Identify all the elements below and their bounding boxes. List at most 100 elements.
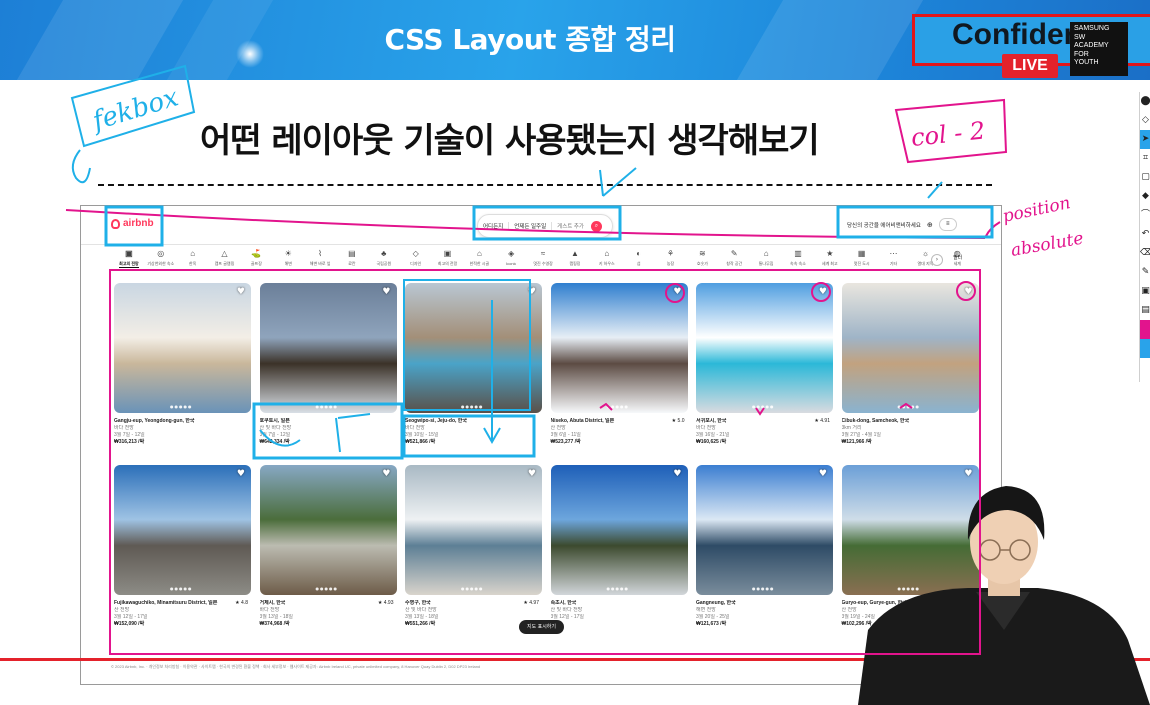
- category-15[interactable]: ⌂ 키 하우스: [591, 248, 623, 272]
- category-19[interactable]: ✎ 창작 공간: [718, 248, 750, 272]
- select-icon[interactable]: ◇: [1140, 111, 1150, 130]
- search-when[interactable]: 언제든 일주일: [509, 222, 553, 230]
- search-guests[interactable]: 게스트 추가: [552, 222, 589, 230]
- category-3[interactable]: △ 캠프 글램핑: [209, 248, 241, 272]
- listing-card[interactable]: ♥ ●●●●● 속초시, 한국 산 및 바다 전망 3월 12일 - 17일: [550, 465, 689, 621]
- listing-photo[interactable]: ♥ ●●●●●: [259, 283, 397, 413]
- carousel-dots[interactable]: ●●●●●: [898, 404, 920, 409]
- heart-icon[interactable]: ♥: [819, 469, 827, 479]
- heart-icon[interactable]: ♥: [528, 287, 536, 297]
- listing-photo[interactable]: ♥ ●●●●●: [550, 465, 688, 595]
- category-11[interactable]: ⌂ 한적한 시골: [463, 248, 495, 272]
- category-10[interactable]: ▣ 최고의 전망: [432, 248, 464, 272]
- category-24[interactable]: ⋯ 기타: [878, 248, 910, 272]
- carousel-dots[interactable]: ●●●●●: [461, 586, 483, 591]
- doc-icon[interactable]: ▤: [1140, 301, 1150, 320]
- category-18[interactable]: ≋ 호숫가: [686, 248, 718, 272]
- carousel-dots[interactable]: ●●●●●: [170, 586, 192, 591]
- listing-photo[interactable]: ♥ ●●●●●: [550, 283, 688, 413]
- carousel-dots[interactable]: ●●●●●: [316, 404, 338, 409]
- listing-card[interactable]: ♥ ●●●●● Gangju-eup, Yeongdong-gun, 한국 바다 전망…: [114, 283, 252, 446]
- page-icon[interactable]: ▢: [1140, 168, 1150, 187]
- category-4[interactable]: ⛳ 골프장: [240, 248, 272, 272]
- category-6[interactable]: ⌇ 해변 바로 앞: [304, 248, 336, 272]
- listing-price: ₩316,213 /박: [114, 439, 145, 445]
- carousel-dots[interactable]: ●●●●●: [461, 404, 483, 409]
- listing-photo[interactable]: ♥ ●●●●●: [841, 283, 979, 413]
- heart-icon[interactable]: ♥: [673, 469, 681, 479]
- carousel-dots[interactable]: ●●●●●: [752, 586, 774, 591]
- category-17[interactable]: ⚘ 농장: [655, 248, 687, 272]
- heart-icon[interactable]: ♥: [673, 287, 681, 297]
- listing-price: ₩160,625 /박: [696, 439, 727, 445]
- listing-card[interactable]: ♥ ●●●●● Gangneung, 한국 해변 전망 3월 20일 - 25일 ₩121…: [696, 465, 834, 628]
- listing-photo[interactable]: ♥ ●●●●●: [405, 283, 542, 413]
- heart-icon[interactable]: ♥: [964, 287, 972, 297]
- globe-icon[interactable]: ⊕: [927, 221, 933, 229]
- category-1[interactable]: ◎ 기상천외한 숙소: [145, 248, 177, 272]
- listing-card[interactable]: ♥ ●●●●● 수영구, 한국 ★ 4.97 산 및 바다 전망 3월 13일 - 18일…: [405, 465, 543, 628]
- shape-icon[interactable]: ⌒: [1140, 206, 1150, 225]
- park-icon: ♣: [381, 249, 387, 258]
- category-20[interactable]: ⌂ 통나무집: [750, 248, 782, 272]
- carousel-dots[interactable]: ●●●●●: [607, 586, 629, 591]
- eraser-icon[interactable]: ⬤: [1140, 92, 1150, 111]
- category-21[interactable]: ▥ 속속 숙소: [782, 248, 814, 272]
- heart-icon[interactable]: ♥: [382, 469, 390, 479]
- category-9[interactable]: ◇ 디자인: [400, 248, 432, 272]
- carousel-dots[interactable]: ●●●●●: [170, 404, 192, 409]
- listing-location: Niseko, Abuta District, 일본: [550, 418, 615, 424]
- listing-photo[interactable]: ♥ ●●●●●: [114, 465, 251, 595]
- listing-photo[interactable]: ♥ ●●●●●: [696, 283, 833, 413]
- category-14[interactable]: ▲ 캠핑장: [559, 248, 591, 272]
- chevron-right-icon[interactable]: ›: [931, 254, 943, 266]
- color-pink-icon[interactable]: [1140, 320, 1150, 339]
- heart-icon[interactable]: ♥: [237, 287, 245, 297]
- listing-card[interactable]: ♥ ●●●●● 서귀포시, 한국 ★ 4.91 바다 전망 3월 16일 - 21일 ₩16…: [696, 283, 834, 446]
- image-icon[interactable]: ▣: [1140, 282, 1150, 301]
- carousel-dots[interactable]: ●●●●●: [752, 404, 774, 409]
- category-13[interactable]: ≈ 멋진 수영장: [527, 248, 559, 272]
- host-link[interactable]: 당신의 공간을 에어비앤비하세요: [847, 221, 921, 229]
- search-where[interactable]: 어디든지: [478, 222, 510, 230]
- show-map-button[interactable]: 지도 표시하기: [519, 620, 564, 634]
- cursor-icon[interactable]: ➤: [1140, 130, 1150, 149]
- listing-photo[interactable]: ♥ ●●●●●: [696, 465, 833, 595]
- category-16[interactable]: ◐ 섬: [623, 248, 655, 272]
- color-blue-icon[interactable]: [1140, 339, 1150, 358]
- heart-icon[interactable]: ♥: [382, 287, 390, 297]
- search-icon[interactable]: ⌕: [590, 220, 602, 232]
- listing-card[interactable]: ♥ ●●●●● Fujikawaguchiko, Minamitsuru Distr…: [114, 465, 252, 628]
- tag-icon[interactable]: ⌗: [1140, 149, 1150, 168]
- listing-card[interactable]: ♥ ●●●●● 거제시, 한국 ★ 4.93 바다 전망 3월 13일 - 18일 ₩374…: [259, 465, 398, 628]
- category-8[interactable]: ♣ 국립공원: [368, 248, 400, 272]
- filter-button[interactable]: 필터: [953, 254, 962, 261]
- undo-icon[interactable]: ↶: [1140, 225, 1150, 244]
- category-2[interactable]: ⌂ 한옥: [177, 248, 209, 272]
- heart-icon[interactable]: ♥: [237, 469, 245, 479]
- heart-icon[interactable]: ♥: [819, 287, 827, 297]
- carousel-dots[interactable]: ●●●●●: [607, 404, 629, 409]
- listing-card[interactable]: ♥ ●●●●● Seogwipo-si, Jeju-do, 한국 바다 전망 3월 10…: [405, 283, 543, 446]
- pointer-stroke: [602, 167, 637, 197]
- category-23[interactable]: ▦ 멋진 도시: [846, 248, 878, 272]
- category-5[interactable]: ☀ 해변: [272, 248, 304, 272]
- pen-icon[interactable]: ✎: [1140, 263, 1150, 282]
- listing-photo[interactable]: ♥ ●●●●●: [405, 465, 542, 595]
- category-0[interactable]: ▣ 최고의 전망: [113, 248, 145, 272]
- trash-icon[interactable]: ⌫: [1140, 244, 1150, 263]
- listing-card[interactable]: ♥ ●●●●● 호쿠토시, 일본 산 및 바다 전망 3월 7일 - 12일 ₩642,3…: [259, 283, 398, 446]
- category-12[interactable]: ◈ Iconic: [495, 248, 527, 272]
- carousel-dots[interactable]: ●●●●●: [316, 586, 338, 591]
- listing-card[interactable]: ♥ ●●●●● Niseko, Abuta District, 일본 ★ 5.0 산 전…: [550, 283, 689, 446]
- listing-photo[interactable]: ♥ ●●●●●: [114, 283, 251, 413]
- listing-card[interactable]: ♥ ●●●●● Cibuk-dong, Samcheok, 한국 3km 거리 3월 2…: [841, 283, 980, 446]
- search-bar[interactable]: 어디든지 언제든 일주일 게스트 추가 ⌕: [477, 214, 613, 238]
- listing-photo[interactable]: ♥ ●●●●●: [259, 465, 397, 595]
- airbnb-logo[interactable]: airbnb: [111, 218, 154, 229]
- profile-menu-button[interactable]: ≡: [938, 218, 957, 231]
- heart-icon[interactable]: ♥: [528, 469, 536, 479]
- category-7[interactable]: ▤ 료칸: [336, 248, 368, 272]
- category-22[interactable]: ★ 세계 최고: [814, 248, 846, 272]
- highlight-icon[interactable]: ◆: [1140, 187, 1150, 206]
